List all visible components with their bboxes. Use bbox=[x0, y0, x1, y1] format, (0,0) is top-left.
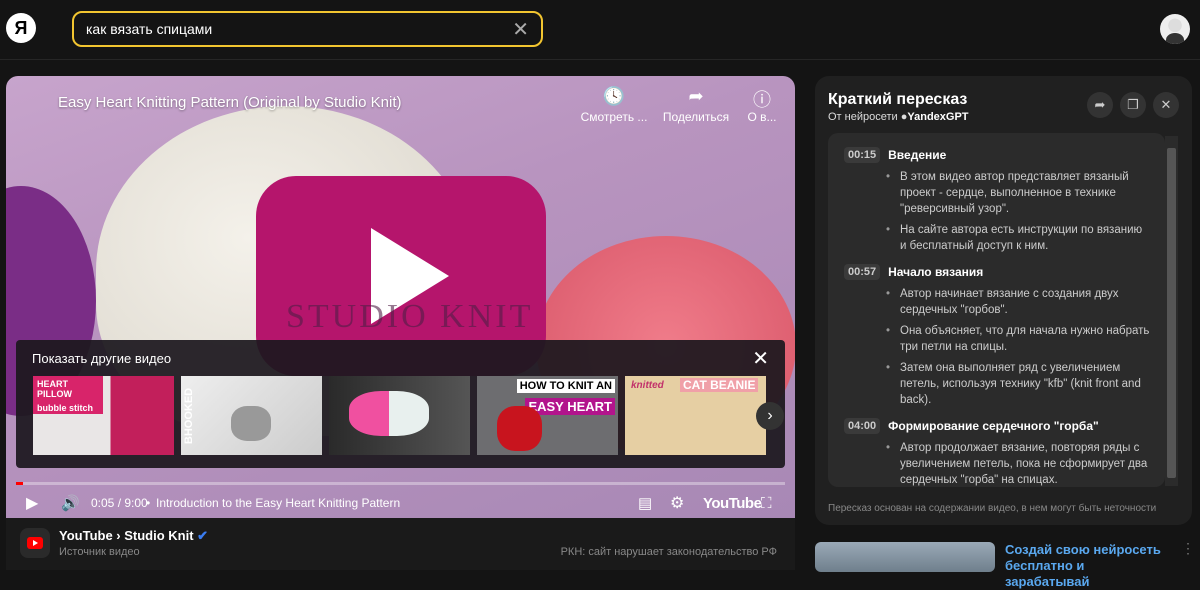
separator-dot: • bbox=[146, 496, 151, 510]
time-display: 0:05 / 9:00 bbox=[91, 496, 148, 510]
search-input[interactable] bbox=[86, 21, 513, 37]
panel-subtitle: От нейросети ●YandexGPT bbox=[828, 111, 969, 123]
info-button[interactable]: ⓘ О в... bbox=[722, 86, 795, 124]
thumbnail-5[interactable]: knitted CAT BEANIE bbox=[625, 376, 766, 455]
close-icon[interactable]: ✕ bbox=[752, 346, 769, 371]
thumbnail-text: BHOOKED bbox=[183, 387, 196, 445]
summary-point: На сайте автора есть инструкции по вязан… bbox=[886, 222, 1151, 254]
avatar[interactable] bbox=[1160, 14, 1190, 44]
timestamp-link[interactable]: 00:57 bbox=[844, 264, 881, 280]
video-player[interactable]: Studio Knit Easy Heart Knitting Pattern … bbox=[6, 76, 795, 518]
panel-title: Краткий пересказ bbox=[828, 91, 968, 108]
ad-card[interactable]: Создай свою нейросеть бесплатно и зараба… bbox=[815, 540, 1195, 589]
close-icon[interactable]: ✕ bbox=[512, 17, 529, 42]
share-icon: ➦ bbox=[1094, 97, 1106, 112]
section-title: Формирование сердечного "горба" bbox=[888, 419, 1099, 433]
source-subtitle: Источник видео bbox=[59, 546, 140, 558]
more-options-icon[interactable]: ⋮ bbox=[1181, 540, 1195, 557]
volume-icon[interactable]: 🔊 bbox=[61, 494, 80, 512]
summary-section: 00:15 Введение В этом видео автор предста… bbox=[844, 147, 1151, 254]
subtitles-icon[interactable]: ▤ bbox=[638, 494, 652, 512]
scrollbar[interactable] bbox=[1165, 136, 1178, 486]
thumbnail-2[interactable]: BHOOKED bbox=[181, 376, 322, 455]
summary-point: В этом видео автор представляет вязаный … bbox=[886, 169, 1151, 217]
channel-link[interactable]: YouTube › Studio Knit ✔ bbox=[59, 528, 208, 544]
video-title[interactable]: Easy Heart Knitting Pattern (Original by… bbox=[58, 94, 402, 111]
progress-bar[interactable] bbox=[16, 482, 785, 485]
thumbnail-text: HOW TO KNIT AN bbox=[516, 379, 615, 393]
player-controls: ▶ 🔊 0:05 / 9:00 • Introduction to the Ea… bbox=[6, 488, 795, 518]
thumbnail-text: HEART PILLOW bbox=[33, 376, 103, 402]
info-label: О в... bbox=[747, 110, 777, 124]
chapter-title[interactable]: Introduction to the Easy Heart Knitting … bbox=[156, 496, 400, 510]
copy-icon: ❐ bbox=[1127, 97, 1139, 112]
close-button[interactable]: ✕ bbox=[1153, 92, 1179, 118]
timestamp-link[interactable]: 04:00 bbox=[844, 418, 881, 434]
info-icon: ⓘ bbox=[753, 90, 771, 110]
clock-icon: 🕓 bbox=[602, 86, 626, 106]
subtitle-prefix: От нейросети bbox=[828, 111, 898, 123]
summary-point: Автор продолжает вязание, повторяя ряды … bbox=[886, 440, 1151, 487]
thumbnail-3[interactable] bbox=[329, 376, 470, 455]
share-label: Поделиться bbox=[662, 110, 730, 124]
share-button[interactable]: ➦ bbox=[1087, 92, 1113, 118]
summary-section: 04:00 Формирование сердечного "горба" Авт… bbox=[844, 418, 1151, 487]
watch-later-button[interactable]: 🕓 Смотреть ... bbox=[574, 86, 654, 124]
close-icon: ✕ bbox=[1160, 97, 1172, 112]
summary-point: Затем она выполняет ряд с увеличением пе… bbox=[886, 360, 1151, 408]
thumbnail-text: CAT BEANIE bbox=[680, 378, 759, 392]
ad-image[interactable] bbox=[815, 542, 995, 572]
thumbnail-text: knitted bbox=[631, 380, 664, 391]
search-box[interactable]: ✕ bbox=[72, 11, 543, 47]
watermark: Studio Knit bbox=[286, 298, 534, 335]
thumbnail-4[interactable]: HOW TO KNIT AN EASY HEART bbox=[477, 376, 618, 455]
more-videos-overlay: Показать другие видео ✕ HEART PILLOW bubb… bbox=[16, 340, 785, 468]
chevron-right-icon[interactable]: › bbox=[756, 402, 784, 430]
panel-disclaimer: Пересказ основан на содержании видео, в … bbox=[828, 503, 1157, 514]
video-source: YouTube › Studio Knit ✔ Источник видео Р… bbox=[6, 518, 795, 570]
play-icon[interactable]: ▶ bbox=[26, 493, 38, 513]
progress-fill bbox=[16, 482, 23, 485]
channel-name[interactable]: YouTube › Studio Knit bbox=[59, 528, 194, 543]
summary-section: 00:57 Начало вязания Автор начинает вязан… bbox=[844, 264, 1151, 408]
subtitle-brand: YandexGPT bbox=[907, 111, 969, 123]
thumbnail-1[interactable]: HEART PILLOW bubble stitch bbox=[33, 376, 174, 455]
section-title: Введение bbox=[888, 148, 947, 162]
summary-panel: Краткий пересказ От нейросети ●YandexGPT… bbox=[815, 76, 1192, 525]
gear-icon[interactable]: ⚙ bbox=[670, 493, 684, 513]
verified-icon: ✔ bbox=[197, 528, 209, 543]
ad-title[interactable]: Создай свою нейросеть бесплатно и зараба… bbox=[1005, 542, 1165, 590]
thumbnail-text: bubble stitch bbox=[33, 402, 103, 414]
youtube-button[interactable]: YouTube bbox=[703, 495, 762, 512]
thumbnail-text: EASY HEART bbox=[525, 398, 615, 415]
yandex-logo[interactable]: Я bbox=[6, 13, 36, 43]
section-title: Начало вязания bbox=[888, 265, 984, 279]
rkn-notice: РКН: сайт нарушает законодательство РФ bbox=[560, 546, 777, 558]
timestamp-link[interactable]: 00:15 bbox=[844, 147, 881, 163]
watch-later-label: Смотреть ... bbox=[580, 110, 648, 124]
fullscreen-icon[interactable]: ⛶ bbox=[761, 495, 772, 512]
copy-button[interactable]: ❐ bbox=[1120, 92, 1146, 118]
summary-content: 00:15 Введение В этом видео автор предста… bbox=[828, 133, 1165, 487]
summary-point: Автор начинает вязание с создания двух с… bbox=[886, 286, 1151, 318]
summary-point: Она объясняет, что для начала нужно набр… bbox=[886, 323, 1151, 355]
more-videos-title: Показать другие видео bbox=[32, 351, 172, 366]
top-bar: Я ✕ bbox=[0, 0, 1200, 60]
youtube-icon bbox=[20, 528, 50, 558]
scrollbar-thumb[interactable] bbox=[1167, 148, 1176, 478]
